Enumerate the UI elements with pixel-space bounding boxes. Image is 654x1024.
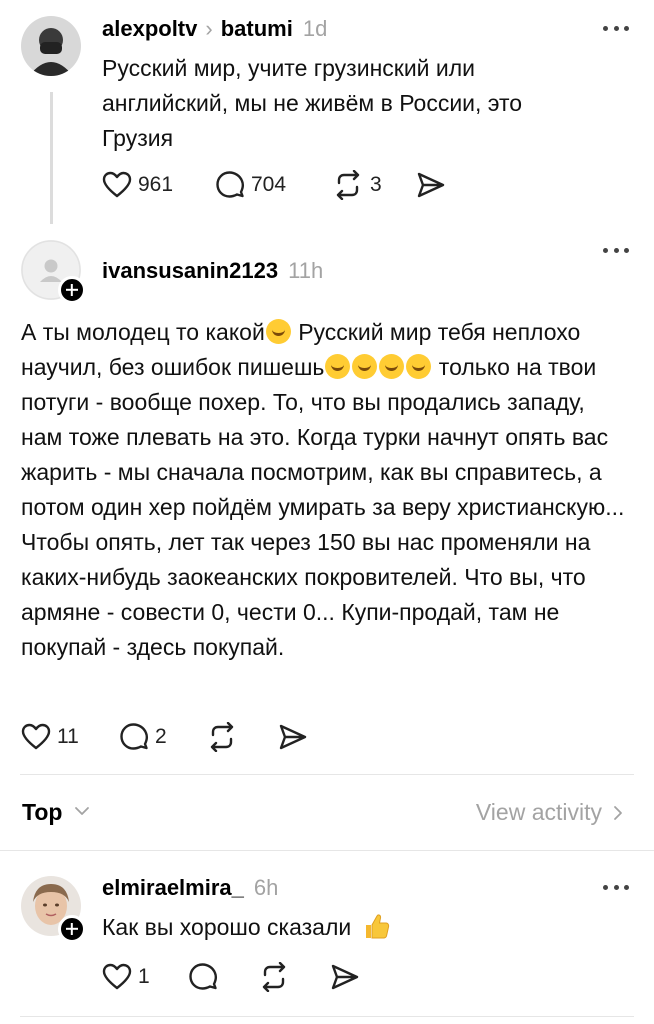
- post-header: ivansusanin2123 11h: [102, 258, 323, 284]
- more-options-icon[interactable]: [603, 885, 629, 891]
- rofl-emoji-icon: [265, 319, 291, 344]
- topic-tag[interactable]: batumi: [221, 16, 293, 42]
- timestamp: 6h: [253, 875, 279, 900]
- post-elmiraelmira: elmiraelmira_ 6h Как вы хорошо сказали 1: [0, 851, 654, 1016]
- reply-count: 2: [155, 725, 167, 748]
- post-actions: 961 704 3: [102, 170, 446, 200]
- comment-icon: [120, 723, 149, 750]
- thread-line: [50, 92, 53, 224]
- timestamp: 1d: [302, 16, 328, 41]
- reply-button[interactable]: [188, 962, 258, 992]
- avatar[interactable]: [21, 16, 81, 76]
- username[interactable]: ivansusanin2123: [102, 258, 278, 284]
- divider: [20, 1016, 634, 1017]
- share-button[interactable]: [416, 170, 446, 200]
- heart-icon: [102, 171, 132, 198]
- post-text-part: только на твои потуги - вообще похер. То…: [21, 354, 625, 660]
- post-text: А ты молодец то какой Русский мир тебя н…: [21, 315, 626, 665]
- repost-count: 3: [370, 173, 382, 196]
- heart-icon: [21, 723, 51, 750]
- rofl-emoji-icon: [379, 354, 405, 379]
- send-icon: [417, 172, 445, 198]
- sort-bar: Top View activity: [0, 774, 654, 850]
- timestamp: 11h: [288, 258, 324, 283]
- comment-icon: [189, 963, 218, 990]
- rofl-emoji-icon: [352, 354, 378, 379]
- rofl-emoji-icon: [406, 354, 432, 379]
- sort-dropdown[interactable]: Top: [22, 799, 62, 826]
- send-icon: [279, 724, 307, 750]
- like-count: 1: [138, 965, 150, 988]
- post-text-part: А ты молодец то какой: [21, 319, 265, 345]
- post-ivansusanin2123: ivansusanin2123 11h А ты молодец то како…: [0, 226, 654, 774]
- chevron-down-icon[interactable]: [74, 805, 90, 817]
- username[interactable]: alexpoltv: [102, 16, 197, 42]
- post-text: Как вы хорошо сказали: [102, 910, 622, 945]
- repost-button[interactable]: 3: [332, 170, 416, 200]
- share-button[interactable]: [330, 962, 360, 992]
- repost-button[interactable]: [206, 722, 278, 752]
- reply-button[interactable]: 2: [119, 722, 206, 752]
- send-icon: [331, 964, 359, 990]
- comment-icon: [216, 171, 245, 198]
- like-count: 961: [138, 173, 174, 196]
- username[interactable]: elmiraelmira_: [102, 875, 244, 901]
- post-actions: 1: [102, 962, 360, 992]
- like-button[interactable]: 961: [102, 171, 215, 199]
- post-text-part: Как вы хорошо сказали: [102, 914, 352, 940]
- post-actions: 11 2: [21, 722, 308, 752]
- share-button[interactable]: [278, 722, 308, 752]
- reply-button[interactable]: 704: [215, 170, 332, 200]
- thumbs-up-emoji-icon: [365, 914, 389, 939]
- more-options-icon[interactable]: [603, 26, 629, 32]
- reply-count: 704: [251, 173, 287, 196]
- more-options-icon[interactable]: [603, 248, 629, 254]
- monocle-emoji-icon: [325, 354, 351, 379]
- post-text: Русский мир, учите грузинский или англий…: [102, 55, 523, 151]
- repost-icon: [262, 962, 286, 992]
- view-activity-link[interactable]: View activity: [476, 799, 602, 826]
- follow-plus-icon[interactable]: [58, 276, 86, 304]
- like-button[interactable]: 1: [102, 963, 188, 991]
- repost-icon: [336, 170, 360, 200]
- post-alexpoltv: alexpoltv › batumi 1d Русский мир, учите…: [0, 0, 654, 226]
- like-button[interactable]: 11: [21, 723, 119, 751]
- heart-icon: [102, 963, 132, 990]
- repost-icon: [210, 722, 234, 752]
- post-header: alexpoltv › batumi 1d: [102, 16, 327, 42]
- chevron-right-icon[interactable]: [612, 805, 624, 821]
- follow-plus-icon[interactable]: [58, 915, 86, 943]
- post-header: elmiraelmira_ 6h: [102, 875, 278, 901]
- chevron-right-icon: ›: [205, 16, 213, 41]
- repost-button[interactable]: [258, 962, 330, 992]
- avatar-image: [21, 16, 81, 76]
- like-count: 11: [57, 725, 79, 748]
